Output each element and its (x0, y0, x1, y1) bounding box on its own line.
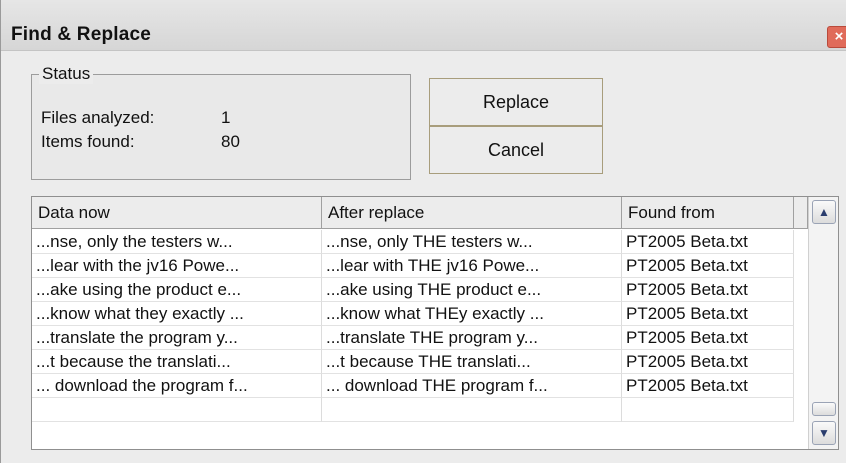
table-row[interactable]: ... download the program f... ... downlo… (32, 374, 808, 398)
cell-found-from: PT2005 Beta.txt (622, 254, 794, 278)
table-row[interactable]: ...t because the translati... ...t becau… (32, 350, 808, 374)
table-row[interactable]: ...lear with the jv16 Powe... ...lear wi… (32, 254, 808, 278)
cell-after-replace: ... download THE program f... (322, 374, 622, 398)
cell-found-from: PT2005 Beta.txt (622, 350, 794, 374)
table-row[interactable] (32, 398, 808, 422)
items-found-label: Items found: (41, 132, 135, 151)
scroll-down-button[interactable]: ▼ (812, 421, 836, 445)
cell-found-from: PT2005 Beta.txt (622, 326, 794, 350)
close-icon: × (834, 28, 844, 45)
cell-data-now: ...t because the translati... (32, 350, 322, 374)
column-header-found-from[interactable]: Found from (622, 197, 794, 229)
cell-data-now: ...lear with the jv16 Powe... (32, 254, 322, 278)
column-header-filler (794, 197, 808, 229)
items-found-value: 80 (221, 132, 240, 151)
cell-after-replace: ...know what THEy exactly ... (322, 302, 622, 326)
chevron-down-icon: ▼ (818, 426, 830, 440)
cell-after-replace: ...t because THE translati... (322, 350, 622, 374)
table-row[interactable]: ...ake using the product e... ...ake usi… (32, 278, 808, 302)
window-title: Find & Replace (11, 24, 152, 45)
cell-after-replace (322, 398, 622, 422)
replace-button[interactable]: Replace (429, 78, 603, 126)
title-bar[interactable]: Find & Replace × (1, 0, 846, 51)
cell-found-from: PT2005 Beta.txt (622, 374, 794, 398)
column-header-after-replace[interactable]: After replace (322, 197, 622, 229)
results-list[interactable]: Data now After replace Found from ...nse… (31, 196, 839, 450)
cell-found-from: PT2005 Beta.txt (622, 230, 794, 254)
files-analyzed-value: 1 (221, 108, 231, 127)
cell-data-now: ...nse, only the testers w... (32, 230, 322, 254)
cell-found-from (622, 398, 794, 422)
cell-after-replace: ...lear with THE jv16 Powe... (322, 254, 622, 278)
cell-after-replace: ...ake using THE product e... (322, 278, 622, 302)
table-row[interactable]: ...nse, only the testers w... ...nse, on… (32, 230, 808, 254)
find-replace-window: Find & Replace × Status Files analyzed: … (0, 0, 846, 463)
cell-data-now: ...translate the program y... (32, 326, 322, 350)
scroll-thumb[interactable] (812, 402, 836, 416)
cell-after-replace: ...translate THE program y... (322, 326, 622, 350)
cell-data-now: ...know what they exactly ... (32, 302, 322, 326)
cell-data-now (32, 398, 322, 422)
cell-data-now: ... download the program f... (32, 374, 322, 398)
cell-found-from: PT2005 Beta.txt (622, 302, 794, 326)
status-legend: Status (39, 64, 94, 84)
scroll-up-button[interactable]: ▲ (812, 200, 836, 224)
vertical-scrollbar[interactable]: ▲ ▼ (808, 197, 838, 449)
cell-data-now: ...ake using the product e... (32, 278, 322, 302)
close-button[interactable]: × (827, 26, 846, 48)
files-analyzed-label: Files analyzed: (41, 108, 155, 127)
table-row[interactable]: ...translate the program y... ...transla… (32, 326, 808, 350)
table-row[interactable]: ...know what they exactly ... ...know wh… (32, 302, 808, 326)
cancel-button[interactable]: Cancel (429, 126, 603, 174)
chevron-up-icon: ▲ (818, 205, 830, 219)
cell-found-from: PT2005 Beta.txt (622, 278, 794, 302)
column-header-data-now[interactable]: Data now (32, 197, 322, 229)
cell-after-replace: ...nse, only THE testers w... (322, 230, 622, 254)
